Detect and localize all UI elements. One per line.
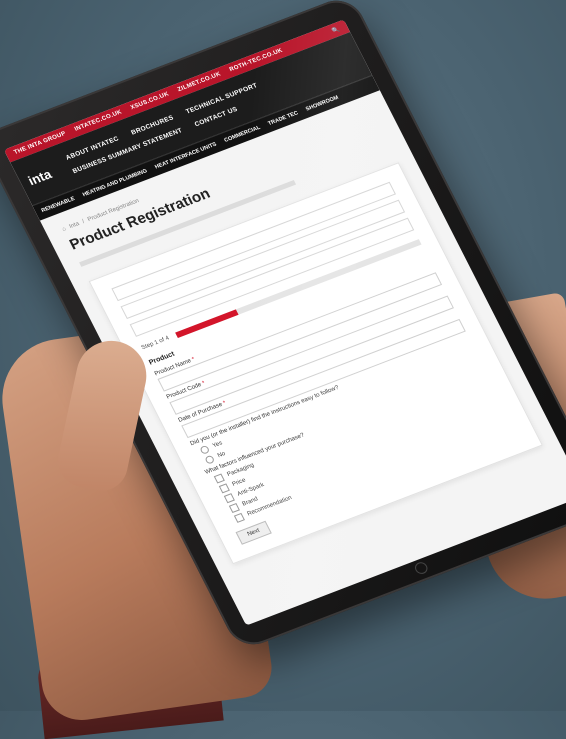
breadcrumb-home[interactable]: Inta xyxy=(68,221,80,230)
photo-scene: THE INTA GROUP INTATEC.CO.UK XSUS.CO.UK … xyxy=(0,0,566,739)
checkbox-icon[interactable] xyxy=(228,503,240,514)
home-icon[interactable]: ⌂ xyxy=(61,226,67,233)
next-button[interactable]: Next xyxy=(235,520,272,545)
search-icon[interactable]: 🔍 xyxy=(331,25,341,34)
checkbox-icon[interactable] xyxy=(213,473,225,484)
step-label: Step 1 of 4 xyxy=(140,335,171,352)
home-button xyxy=(412,560,430,576)
radio-icon[interactable] xyxy=(204,454,216,465)
breadcrumb-separator: / xyxy=(81,219,86,226)
checkbox-icon[interactable] xyxy=(218,483,230,494)
checkbox-icon[interactable] xyxy=(223,493,235,504)
logo[interactable]: inta xyxy=(25,159,73,188)
checkbox-icon[interactable] xyxy=(233,512,245,523)
radio-icon[interactable] xyxy=(199,444,211,455)
